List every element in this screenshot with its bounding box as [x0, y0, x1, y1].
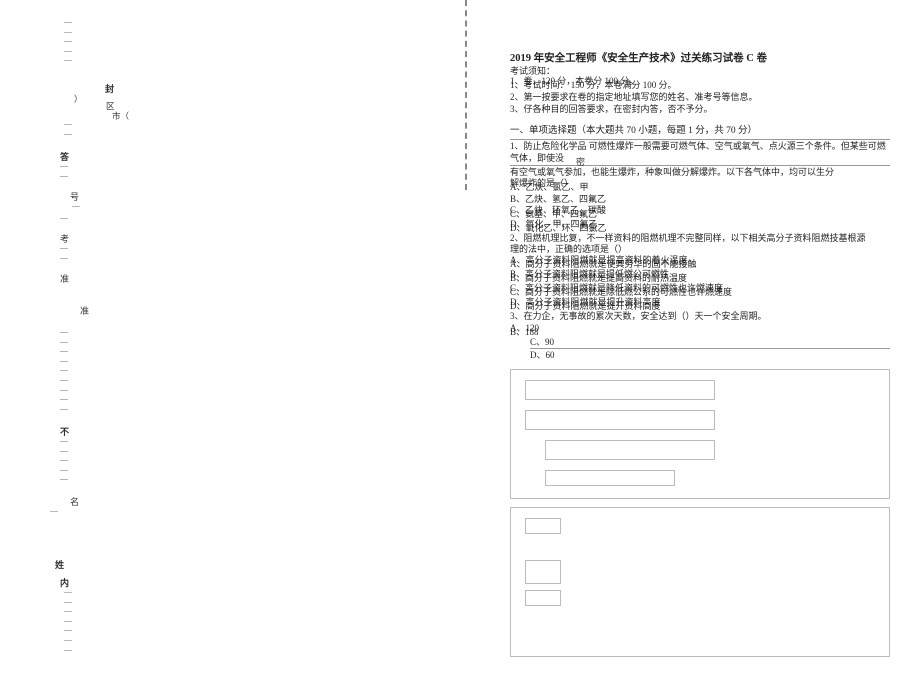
q1-stem-1: 1、防止危险化学品 可燃性爆炸一般需要可燃气体、空气或氧气、点火源三个条件。但某… — [510, 141, 890, 164]
q2-opt-d2: D、高分子资料阻燃就是提开资料高度 — [510, 301, 661, 312]
answer-box-zone-1 — [510, 369, 890, 499]
answer-small-field[interactable] — [525, 590, 561, 606]
nei-char: 内 — [60, 576, 69, 589]
intro-1b: 1、卷，120 分，本卷分 100 分。 — [510, 77, 638, 86]
answer-small-field[interactable] — [525, 518, 561, 534]
q-rule — [530, 348, 890, 349]
answer-field[interactable] — [545, 440, 715, 460]
q2-stem-1: 2、阻燃机理比复，不一样资料的阻燃机理不完整同样，以下相关高分子资料阻燃技基根源 — [510, 233, 890, 244]
ans-char: 答 — [60, 150, 69, 163]
hao-char: 号 — [70, 190, 79, 203]
binding-panel: .................... ........ ........ .… — [0, 0, 180, 686]
answer-field[interactable] — [525, 410, 715, 430]
q2-stem-2: 理的法中，正确的选项是（） — [510, 244, 890, 255]
zhun2-char: 准 — [80, 304, 89, 317]
bu-char: 不 — [60, 425, 69, 438]
seal-char: 封 — [105, 82, 114, 95]
q1-opt-d2: D、氧化乙、环、四氯乙 — [510, 223, 607, 234]
q3-opt-d: D、60 — [530, 350, 890, 361]
intro-2: 2、第一按要求在卷的指定地址填写您的姓名、准考号等信息。 — [510, 93, 890, 102]
paren-char: ） — [74, 93, 83, 105]
vertical-divider — [465, 0, 467, 190]
kao-char: 考 — [60, 232, 69, 245]
section-1-title: 一、单项选择题（本大题共 70 小题，每题 1 分，共 70 分） — [510, 122, 890, 136]
q3-opt-c: C、90 — [530, 337, 890, 348]
answer-small-field[interactable] — [525, 560, 561, 584]
mi-char: 密 — [576, 155, 585, 168]
shi-char: 市（ — [112, 110, 129, 122]
answer-field[interactable] — [525, 380, 715, 400]
ming-char: 名 — [70, 495, 79, 508]
answer-box-zone-2 — [510, 507, 890, 657]
xing-char: 姓 — [55, 558, 64, 571]
exam-title: 2019 年安全工程师《安全生产技术》过关练习试卷 C 卷 — [510, 50, 890, 65]
q1-stem-2: 有空气或氧气参加，也能生爆炸，种象叫做分解爆炸。以下各气体中，均可以生分 — [510, 167, 890, 178]
exam-content: 2019 年安全工程师《安全生产技术》过关练习试卷 C 卷 考试须知： 1、考试… — [180, 0, 920, 686]
q1-opt-a1: A、乙炔、氯乙、甲 — [510, 182, 589, 193]
intro-3: 3、仔各种目的回答要求，在密封内答，否不予分。 — [510, 105, 890, 114]
q-rule — [510, 165, 890, 166]
answer-field[interactable] — [545, 470, 675, 486]
q3-opt-b2: B、188 — [510, 327, 539, 338]
zhun-char: 准 — [60, 272, 69, 285]
q1-opt-b: B、乙炔、氢乙、四氟乙 — [510, 194, 890, 205]
q3-stem: 3、在力企，无事故的累次天数，安全达到（）天一个安全周期。 — [510, 311, 890, 322]
